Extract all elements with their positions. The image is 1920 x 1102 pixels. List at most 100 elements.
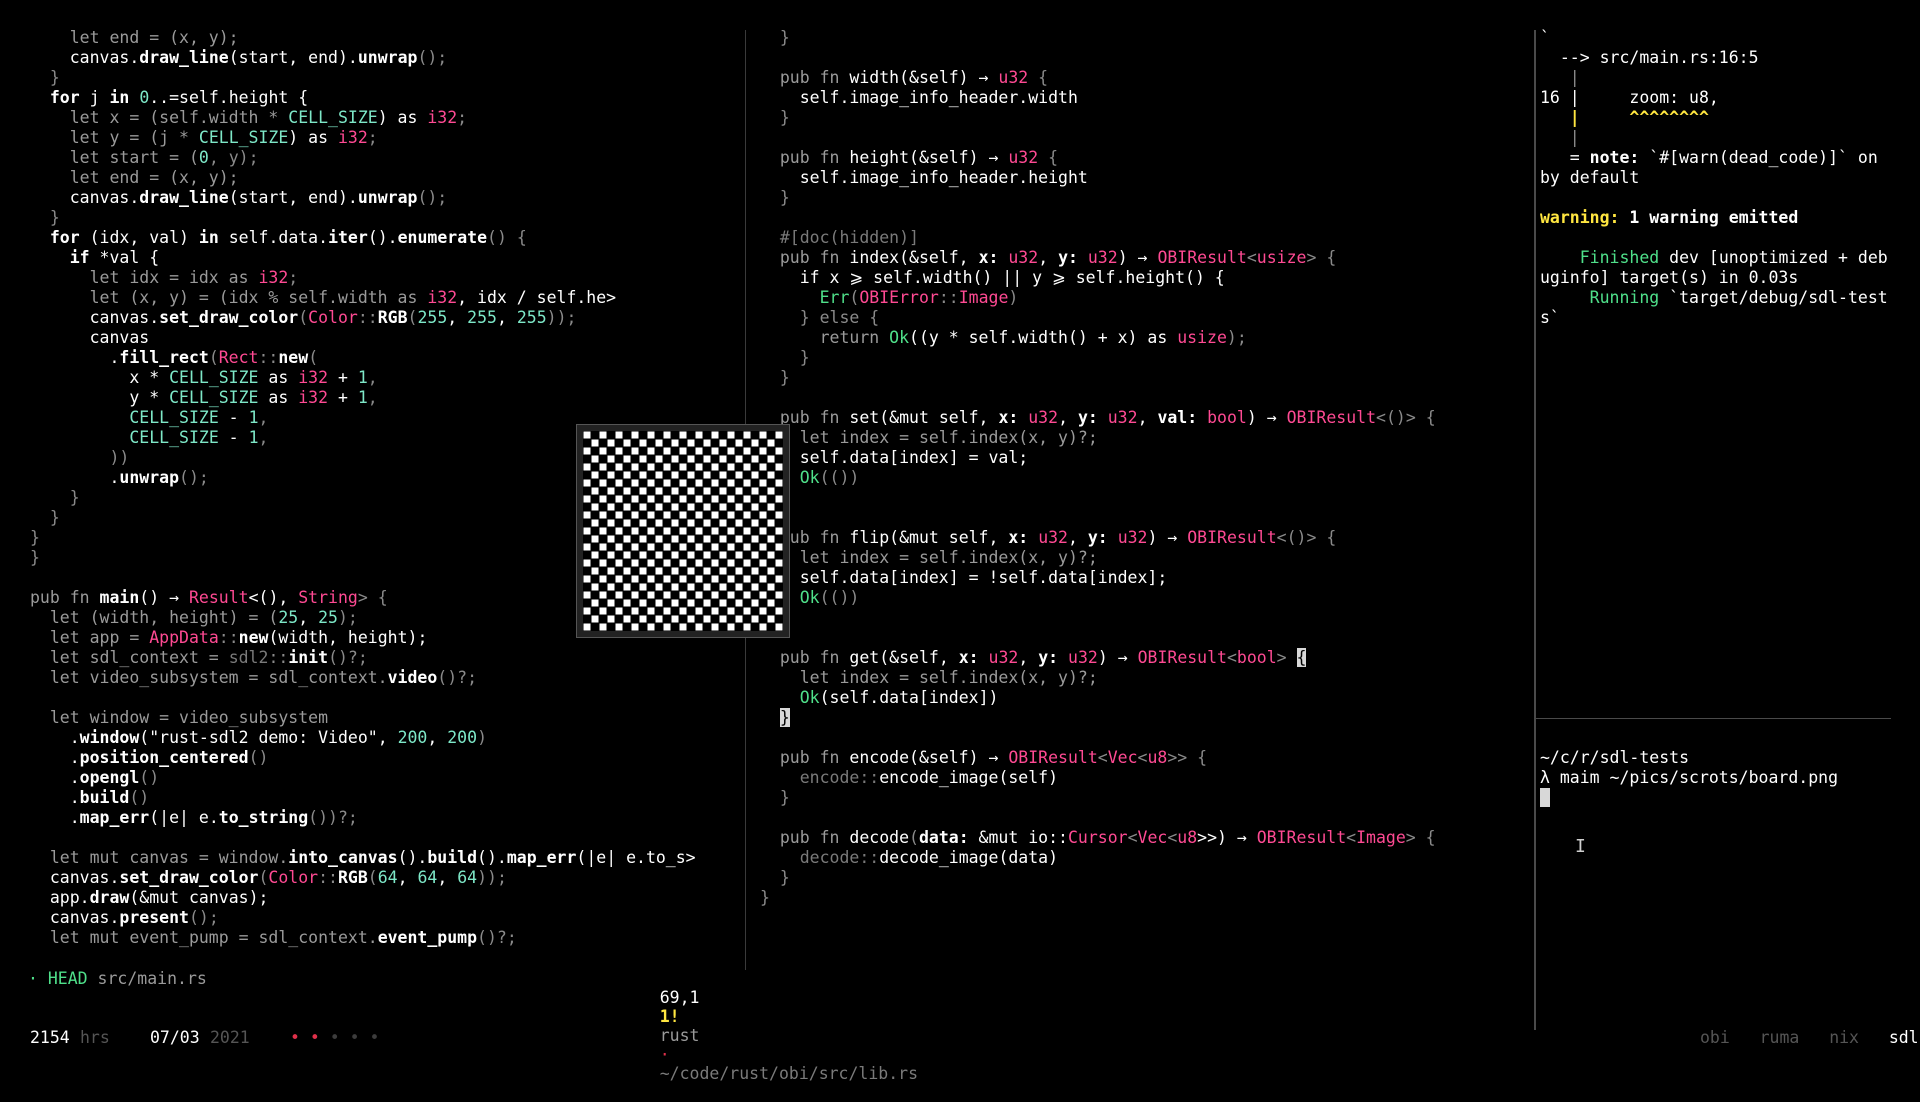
- checker-cell: [631, 495, 639, 503]
- code-line: }: [760, 188, 1530, 208]
- checker-cell: [751, 615, 759, 623]
- tmux-pane-divider[interactable]: [1534, 30, 1536, 1030]
- token: <: [1226, 648, 1237, 667]
- sdl-demo-window[interactable]: [576, 424, 790, 638]
- date: 07/03: [150, 1028, 200, 1047]
- token: new: [278, 348, 309, 367]
- token: (start, end).: [228, 188, 358, 207]
- checker-cell: [767, 551, 775, 559]
- checker-cell: [631, 431, 639, 439]
- code-line: Ok(()): [760, 468, 1530, 488]
- checker-cell: [679, 463, 687, 471]
- checker-cell: [751, 455, 759, 463]
- token: |: [1540, 68, 1580, 87]
- checker-cell: [695, 527, 703, 535]
- token: *val {: [89, 248, 160, 267]
- token: ~/c/r/sdl-tests: [1540, 748, 1690, 767]
- token: u32: [1028, 408, 1059, 427]
- token: (&self) →: [909, 148, 1009, 167]
- token: {: [1038, 148, 1059, 167]
- middle-editor-pane[interactable]: } pub fn width(&self) → u32 { self.image…: [760, 28, 1530, 948]
- checker-cell: [743, 447, 751, 455]
- checker-cell: [719, 471, 727, 479]
- token: ): [477, 728, 487, 747]
- checker-cell: [607, 487, 615, 495]
- checker-cell: [607, 455, 615, 463]
- code-line: let y = (j * CELL_SIZE) as i32;: [30, 128, 740, 148]
- token: `#[warn(dead_code)]` on: [1639, 148, 1878, 167]
- checker-cell: [727, 463, 735, 471]
- token: let mut canvas = window.: [30, 848, 289, 867]
- checker-cell: [767, 519, 775, 527]
- checker-cell: [759, 495, 767, 503]
- workspace-dot: •: [309, 1028, 330, 1047]
- token: warning:: [1540, 208, 1620, 227]
- shell-pane[interactable]: ~/c/r/sdl-tests λ maim ~/pics/scrots/boar…: [1540, 748, 1900, 888]
- tmux-window-obi[interactable]: obi: [1700, 1028, 1730, 1047]
- token: (&mut self,: [879, 408, 999, 427]
- tmux-window-sdl[interactable]: sdl: [1889, 1028, 1919, 1047]
- token: let x = (self.width *: [30, 108, 289, 127]
- code-line: if x ⩾ self.width() || y ⩾ self.height()…: [760, 268, 1530, 288]
- checker-cell: [679, 559, 687, 567]
- token: RGB: [337, 868, 368, 887]
- code-line: for (idx, val) in self.data.iter().enume…: [30, 228, 740, 248]
- token: y:: [1077, 408, 1098, 427]
- checker-cell: [639, 583, 647, 591]
- token: > {: [1405, 828, 1436, 847]
- token: ()?;: [477, 928, 517, 947]
- checker-cell: [743, 431, 751, 439]
- token: pub fn: [760, 748, 850, 767]
- checker-cell: [735, 439, 743, 447]
- checker-cell: [639, 519, 647, 527]
- code-line: .opengl(): [30, 768, 740, 788]
- checker-cell: [647, 623, 655, 631]
- token: 1: [357, 388, 368, 407]
- checker-cell: [759, 623, 767, 631]
- token: (: [849, 288, 860, 307]
- token: Image: [958, 288, 1009, 307]
- token: index: [849, 248, 900, 267]
- checker-cell: [623, 535, 631, 543]
- token: canvas.: [30, 188, 140, 207]
- code-line: pub fn width(&self) → u32 {: [760, 68, 1530, 88]
- tmux-window-ruma[interactable]: ruma: [1760, 1028, 1800, 1047]
- token: ::: [938, 288, 959, 307]
- token: (: [208, 348, 219, 367]
- checker-cell: [735, 599, 743, 607]
- token: ()?;: [437, 668, 478, 687]
- token: self.data[index] = val;: [760, 448, 1029, 467]
- checker-cell: [591, 455, 599, 463]
- token: iter: [328, 228, 368, 247]
- token: self.data[index] = !self.data[index];: [760, 568, 1168, 587]
- checker-cell: [631, 559, 639, 567]
- checker-cell: [623, 503, 631, 511]
- token: if x ⩾ self.width() || y ⩾ self.height()…: [760, 268, 1225, 287]
- code-line: [1540, 788, 1900, 808]
- checker-cell: [663, 623, 671, 631]
- token: (: [308, 348, 319, 367]
- token: canvas.: [30, 48, 140, 67]
- checker-cell: [671, 599, 679, 607]
- checker-cell: [711, 463, 719, 471]
- tmux-window-list[interactable]: obi ruma nix sdl: [1700, 1028, 1919, 1047]
- token: self.data.: [218, 228, 329, 247]
- checker-cell: [695, 591, 703, 599]
- token: in: [198, 228, 219, 247]
- horizontal-split-divider[interactable]: [1536, 718, 1891, 719]
- code-line: canvas: [30, 328, 740, 348]
- token: canvas.: [30, 868, 120, 887]
- checker-cell: [711, 447, 719, 455]
- code-line: x * CELL_SIZE as i32 + 1,: [30, 368, 740, 388]
- token: val:: [1157, 408, 1198, 427]
- tmux-window-nix[interactable]: nix: [1829, 1028, 1859, 1047]
- checker-cell: [655, 487, 663, 495]
- token: y:: [1058, 248, 1078, 267]
- code-line: decode::decode_image(data): [760, 848, 1530, 868]
- cargo-output-pane[interactable]: ` --> src/main.rs:16:5 | 16 | zoom: u8, |…: [1540, 28, 1900, 708]
- token: ();: [188, 908, 219, 927]
